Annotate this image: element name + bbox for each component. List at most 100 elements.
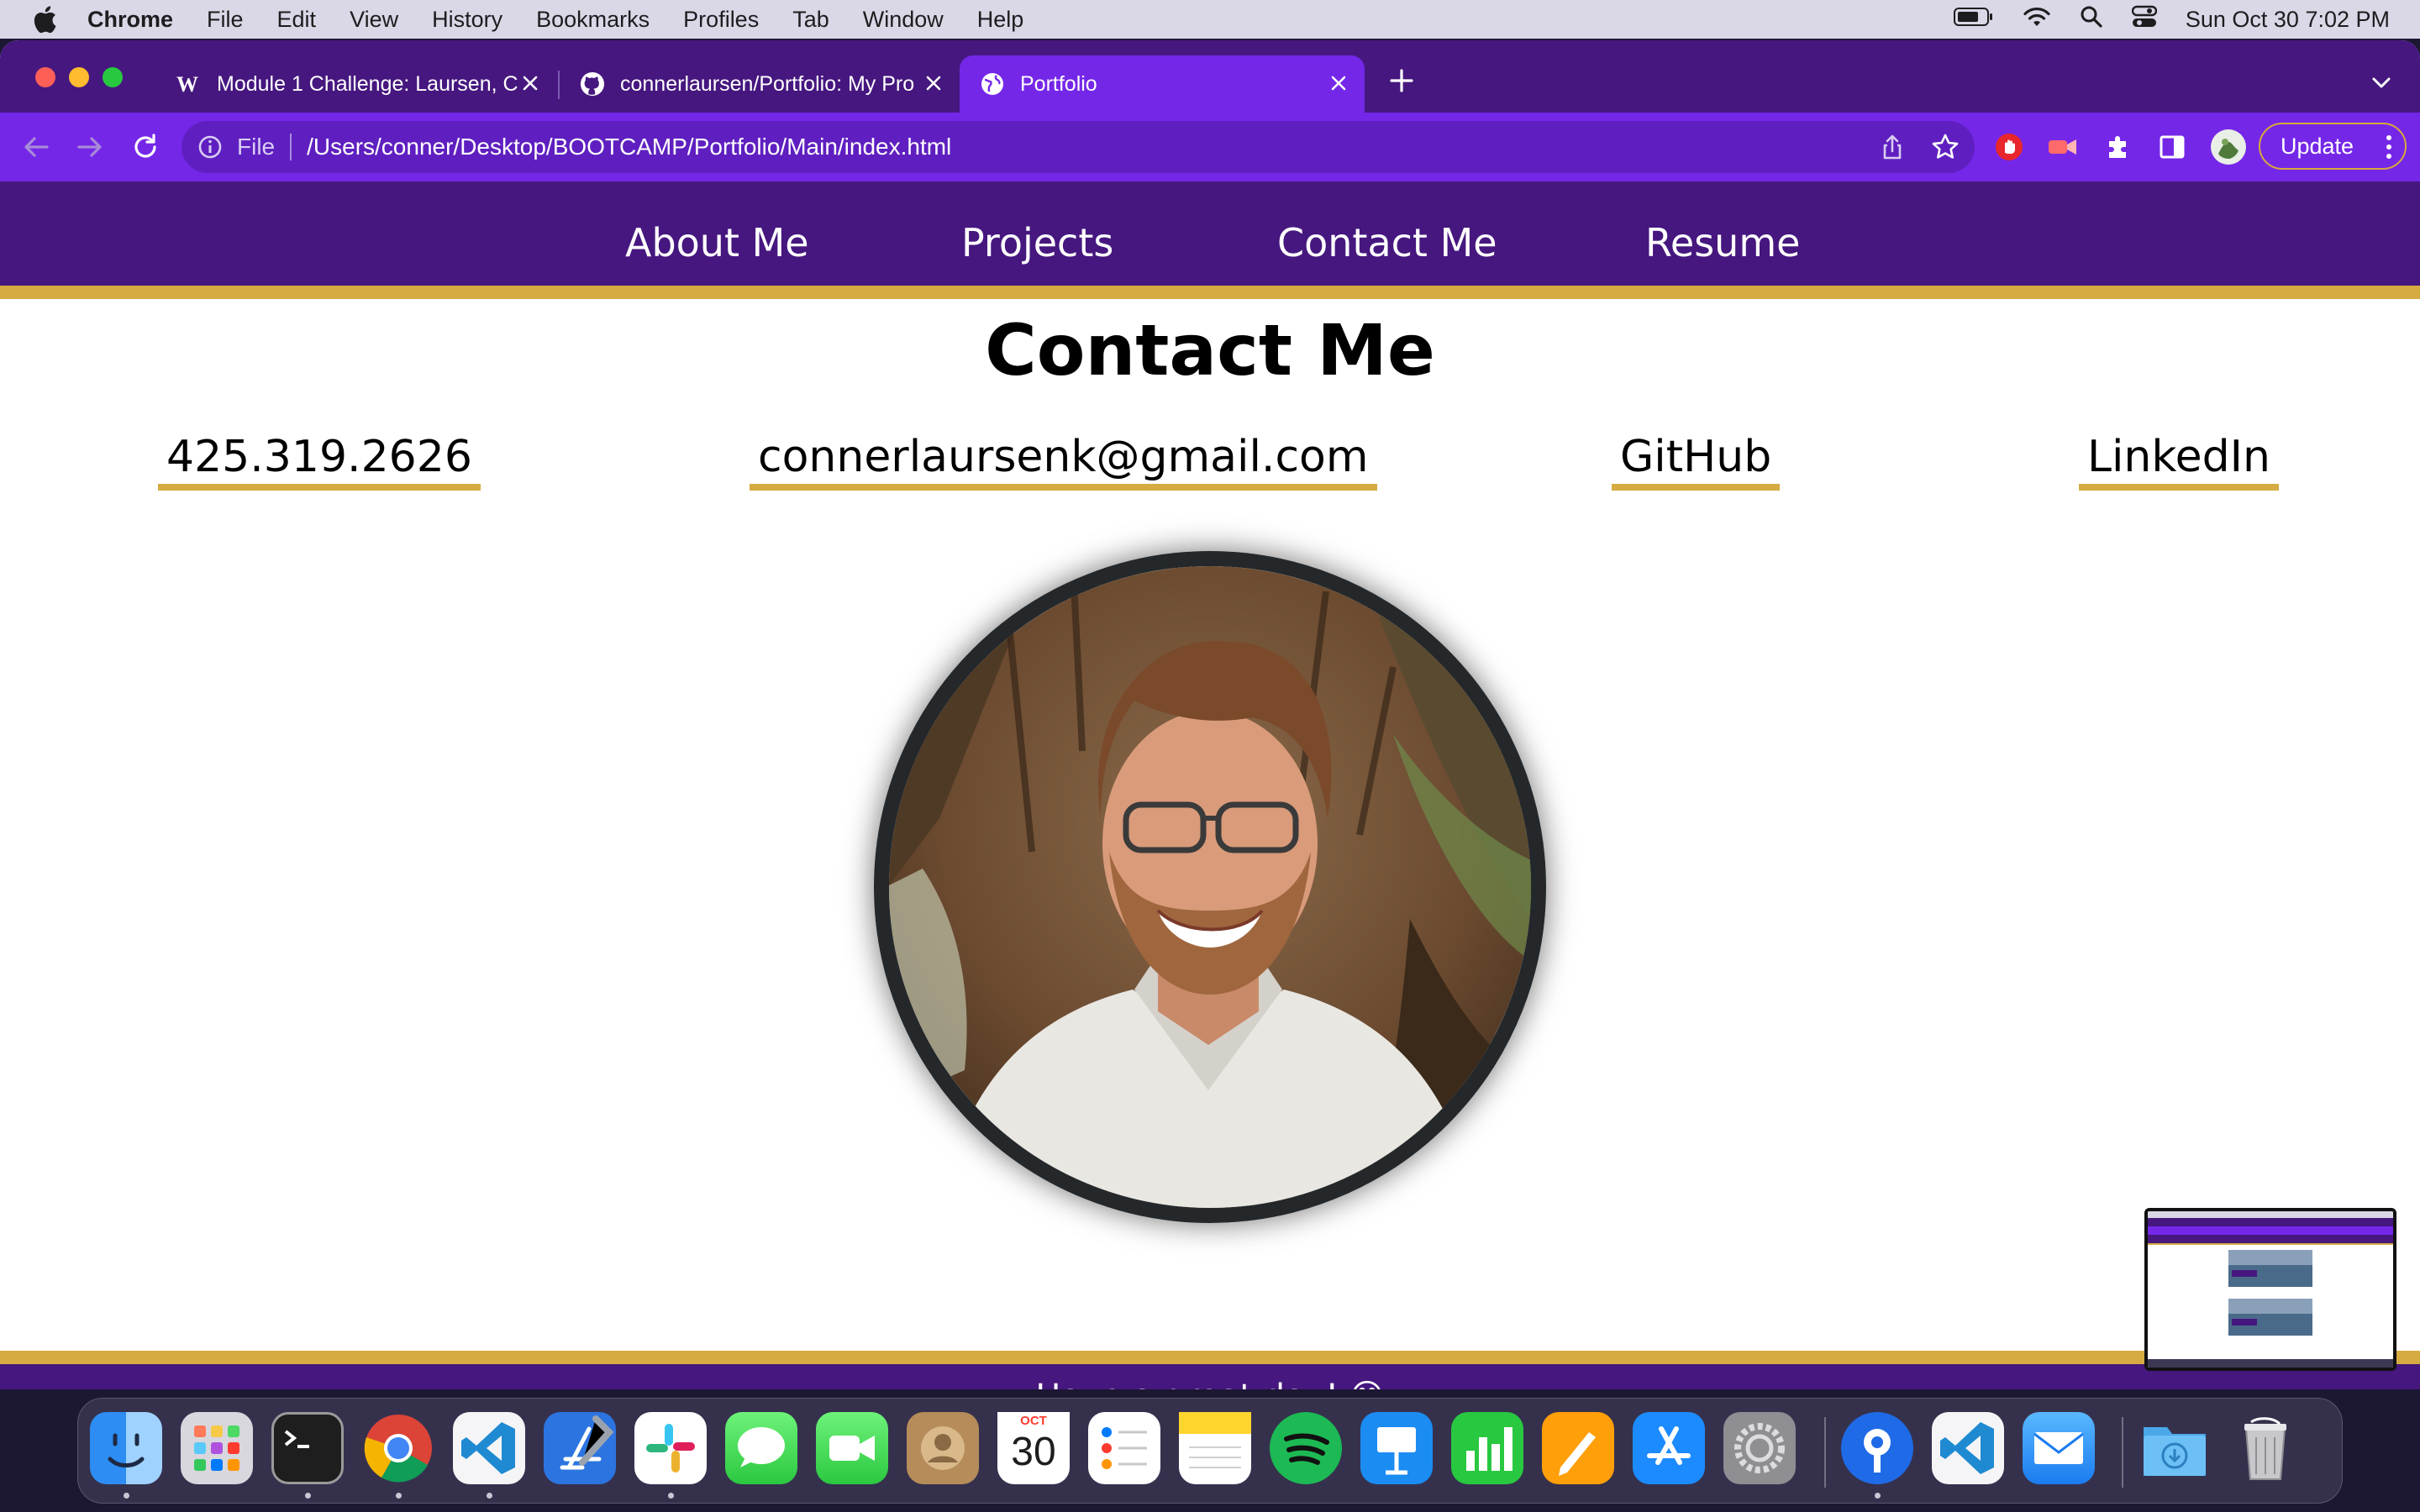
downloads-folder-icon[interactable] <box>2139 1412 2211 1484</box>
contacts-icon[interactable] <box>907 1412 979 1484</box>
tab-title: Portfolio <box>1020 71 1097 96</box>
page-title: Contact Me <box>985 309 1435 391</box>
dock: OCT 30 <box>77 1398 2343 1504</box>
site-footer: Have a great day! 😊 <box>0 1351 2420 1389</box>
forward-arrow-icon[interactable] <box>72 129 108 165</box>
github-icon <box>580 71 605 97</box>
window-zoom-button[interactable] <box>103 67 123 87</box>
running-indicator <box>305 1493 311 1499</box>
tab-title: Module 1 Challenge: Laursen, C <box>217 71 518 96</box>
sourcetree-icon[interactable] <box>1841 1412 1913 1484</box>
address-bar[interactable]: File /Users/conner/Desktop/BOOTCAMP/Port… <box>182 121 1975 173</box>
address-bar-divider <box>290 134 292 160</box>
tab-portfolio[interactable]: Portfolio <box>960 55 1365 113</box>
menu-edit[interactable]: Edit <box>277 7 317 33</box>
menu-bar: Chrome File Edit View History Bookmarks … <box>0 0 2420 39</box>
menu-profiles[interactable]: Profiles <box>683 7 759 33</box>
menu-history[interactable]: History <box>432 7 502 33</box>
keynote-icon[interactable] <box>1360 1412 1433 1484</box>
menu-bookmarks[interactable]: Bookmarks <box>536 7 650 33</box>
side-panel-icon[interactable] <box>2156 131 2188 163</box>
bookmark-star-icon[interactable] <box>1931 133 1960 161</box>
calendar-day: 30 <box>1011 1430 1056 1474</box>
window-minimize-button[interactable] <box>69 67 89 87</box>
share-icon[interactable] <box>1879 134 1906 160</box>
url-scheme-label: File <box>237 134 276 160</box>
menu-view[interactable]: View <box>350 7 398 33</box>
email-link[interactable]: connerlaursenk@gmail.com <box>750 432 1377 491</box>
w-icon: W <box>176 71 202 97</box>
messages-icon[interactable] <box>725 1412 797 1484</box>
globe-icon <box>980 71 1005 97</box>
tab-close-icon[interactable] <box>1326 71 1351 96</box>
screencast-extension-icon[interactable] <box>2047 131 2079 163</box>
menu-file[interactable]: File <box>207 7 244 33</box>
reload-icon[interactable] <box>128 129 163 165</box>
window-close-button[interactable] <box>35 67 55 87</box>
xcode-icon[interactable] <box>544 1412 616 1484</box>
menu-tab[interactable]: Tab <box>792 7 829 33</box>
menu-bar-clock[interactable]: Sun Oct 30 7:02 PM <box>2186 7 2390 33</box>
menu-window[interactable]: Window <box>863 7 944 33</box>
site-navigation: About Me Projects Contact Me Resume <box>0 181 2420 299</box>
chrome-icon[interactable] <box>362 1412 434 1484</box>
apple-icon[interactable] <box>32 5 57 34</box>
profile-avatar[interactable] <box>2210 129 2247 165</box>
trash-icon[interactable] <box>2229 1412 2302 1484</box>
launchpad-icon[interactable] <box>181 1412 253 1484</box>
extensions-puzzle-icon[interactable] <box>2102 131 2134 163</box>
running-indicator <box>1875 1493 1881 1499</box>
facetime-icon[interactable] <box>816 1412 888 1484</box>
terminal-icon[interactable] <box>271 1412 344 1484</box>
vscode-icon[interactable] <box>453 1412 525 1484</box>
dock-separator <box>2122 1417 2123 1488</box>
tab-module-challenge[interactable]: W Module 1 Challenge: Laursen, C <box>156 55 556 113</box>
running-indicator <box>487 1493 492 1499</box>
spotlight-search-icon[interactable] <box>2080 5 2103 34</box>
tab-close-icon[interactable] <box>921 71 946 96</box>
control-center-icon[interactable] <box>2131 5 2158 34</box>
web-page: About Me Projects Contact Me Resume Cont… <box>0 181 2420 1389</box>
vscode-icon[interactable] <box>1932 1412 2004 1484</box>
slack-icon[interactable] <box>634 1412 707 1484</box>
new-tab-plus-icon[interactable] <box>1385 66 1418 99</box>
browser-toolbar: File /Users/conner/Desktop/BOOTCAMP/Port… <box>0 113 2420 181</box>
menu-app-chrome[interactable]: Chrome <box>87 7 173 33</box>
mail-icon[interactable] <box>2023 1412 2095 1484</box>
browser-window: W Module 1 Challenge: Laursen, C connerl… <box>0 40 2420 1389</box>
nav-link-about-me[interactable]: About Me <box>625 220 809 265</box>
screenshot-thumbnail[interactable] <box>2144 1208 2396 1371</box>
profile-photo <box>874 551 1546 1223</box>
svg-text:W: W <box>176 73 198 95</box>
menu-help[interactable]: Help <box>977 7 1024 33</box>
tab-search-chevron-down-icon[interactable] <box>2366 67 2396 97</box>
running-indicator <box>124 1493 129 1499</box>
stop-hand-extension-icon[interactable] <box>1993 131 2025 163</box>
nav-link-contact-me[interactable]: Contact Me <box>1277 220 1497 265</box>
finder-icon[interactable] <box>90 1412 162 1484</box>
more-menu-icon[interactable] <box>2385 133 2393 161</box>
system-preferences-gear-icon[interactable] <box>1723 1412 1796 1484</box>
nav-link-projects[interactable]: Projects <box>961 220 1113 265</box>
battery-icon[interactable] <box>1953 7 1994 33</box>
wifi-icon[interactable] <box>2023 6 2051 34</box>
url-text[interactable]: /Users/conner/Desktop/BOOTCAMP/Portfolio… <box>307 134 951 160</box>
tab-close-icon[interactable] <box>518 71 543 96</box>
calendar-icon[interactable]: OCT 30 <box>997 1412 1070 1484</box>
update-button[interactable]: Update <box>2259 123 2407 170</box>
spotify-icon[interactable] <box>1270 1412 1342 1484</box>
tab-github-portfolio[interactable]: connerlaursen/Portfolio: My Pro <box>560 55 960 113</box>
linkedin-link[interactable]: LinkedIn <box>2079 432 2279 491</box>
numbers-icon[interactable] <box>1451 1412 1523 1484</box>
calendar-month: OCT <box>1020 1414 1047 1428</box>
nav-link-resume[interactable]: Resume <box>1645 220 1800 265</box>
notes-icon[interactable] <box>1179 1412 1251 1484</box>
site-info-icon[interactable] <box>197 134 224 160</box>
back-arrow-icon[interactable] <box>18 129 54 165</box>
github-link[interactable]: GitHub <box>1612 432 1781 491</box>
app-store-icon[interactable] <box>1633 1412 1705 1484</box>
dock-separator <box>1824 1417 1826 1488</box>
pages-icon[interactable] <box>1542 1412 1614 1484</box>
phone-link[interactable]: 425.319.2626 <box>158 432 481 491</box>
reminders-icon[interactable] <box>1088 1412 1160 1484</box>
